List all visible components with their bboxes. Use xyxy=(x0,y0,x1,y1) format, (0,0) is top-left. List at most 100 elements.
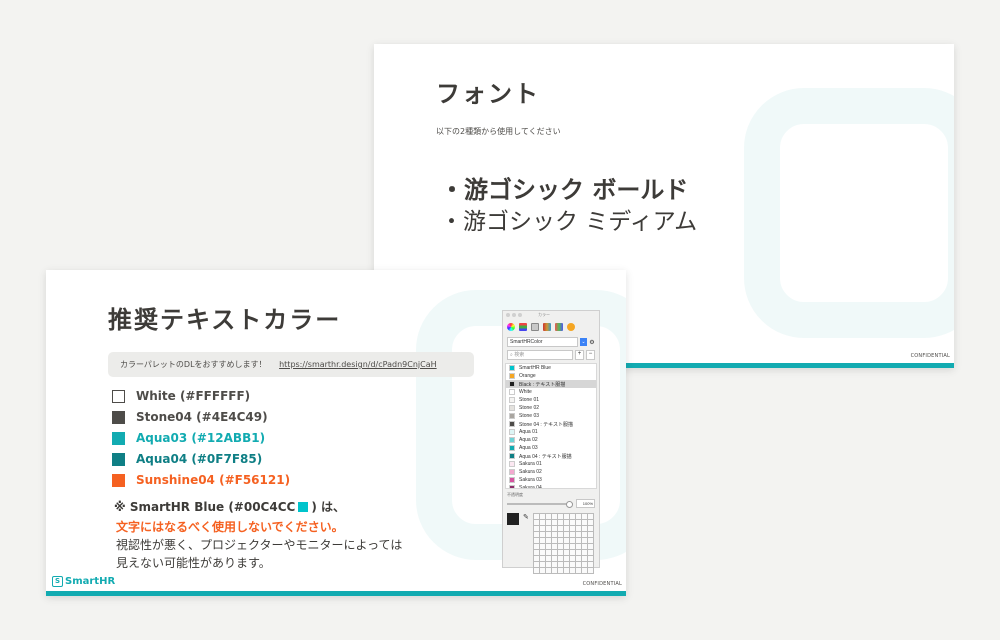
picker-item-swatch xyxy=(509,453,515,459)
image-palettes-icon[interactable] xyxy=(543,323,551,331)
font-option-medium: ・游ゴシック ミディアム xyxy=(440,209,698,235)
note-prefix: ※ SmartHR Blue (#00C4CC xyxy=(114,499,296,514)
picker-list-item[interactable]: Stone 01 xyxy=(506,396,596,404)
palette-select[interactable]: SmartHRColor xyxy=(507,337,578,347)
picker-item-swatch xyxy=(509,445,515,451)
confidential-label: CONFIDENTIAL xyxy=(910,353,950,359)
picker-item-swatch xyxy=(509,365,515,371)
picker-item-swatch xyxy=(509,477,515,483)
picker-item-swatch xyxy=(509,389,515,395)
opacity-row: 100% xyxy=(503,498,599,509)
swatch-grid xyxy=(533,513,594,574)
picker-list-item[interactable]: Aqua 01 xyxy=(506,428,596,436)
opacity-slider-knob[interactable] xyxy=(566,500,573,508)
picker-list-item[interactable]: SmartHR Blue xyxy=(506,364,596,372)
picker-item-label: White xyxy=(519,389,532,395)
confidential-label: CONFIDENTIAL xyxy=(582,581,622,587)
crayons-icon[interactable] xyxy=(555,323,563,331)
picker-item-swatch xyxy=(509,429,515,435)
note-suffix: ) は、 xyxy=(311,500,346,514)
note-warning: 文字にはなるべく使用しないでください。 xyxy=(116,520,344,534)
color-sliders-icon[interactable] xyxy=(519,323,527,331)
smarthr-blue-note: ※ SmartHR Blue (#00C4CC ) は、 xyxy=(114,498,345,515)
color-list-view: SmartHR Blue Orange Black : テキスト服描 White Sto… xyxy=(505,363,597,489)
picker-list-item[interactable]: Stone 03 xyxy=(506,412,596,420)
swatch-cell[interactable] xyxy=(588,568,594,574)
window-close-button[interactable] xyxy=(506,313,510,317)
smarthr-logo-text: SmartHR xyxy=(65,576,116,587)
color-picker-panel: カラー SmartHRColor ⌄ ⚙ ⌕ 検索 + − SmartHR Bl… xyxy=(502,310,600,574)
chevron-down-icon[interactable]: ⌄ xyxy=(580,338,587,346)
opacity-slider[interactable] xyxy=(507,500,573,508)
color-wheel-icon[interactable] xyxy=(507,323,515,331)
font-slide-title: フォント xyxy=(436,80,540,108)
picker-item-label: Aqua 02 xyxy=(519,437,538,443)
current-color-well[interactable] xyxy=(507,513,519,525)
text-color-slide-title: 推奨テキストカラー xyxy=(108,306,342,334)
picker-title: カラー xyxy=(538,312,550,317)
picker-list-item[interactable]: Sakura 02 xyxy=(506,468,596,476)
add-color-button[interactable]: + xyxy=(575,350,584,360)
color-label: Sunshine04 (#F56121) xyxy=(136,473,291,487)
remove-color-button[interactable]: − xyxy=(586,350,595,360)
picker-item-label: Aqua 04 : テキスト服描 xyxy=(519,453,572,460)
picker-item-swatch xyxy=(509,381,515,387)
picker-item-label: Aqua 03 xyxy=(519,445,538,451)
search-placeholder: 検索 xyxy=(514,352,525,358)
search-row: ⌕ 検索 + − xyxy=(503,349,599,361)
color-row: Sunshine04 (#F56121) xyxy=(112,472,290,488)
color-label: White (#FFFFFF) xyxy=(136,389,251,403)
color-row: White (#FFFFFF) xyxy=(112,388,250,404)
picker-item-swatch xyxy=(509,437,515,443)
palette-select-row: SmartHRColor ⌄ ⚙ xyxy=(503,335,599,349)
picker-item-label: Black : テキスト服描 xyxy=(519,381,566,388)
picker-item-label: Aqua 01 xyxy=(519,429,538,435)
smarthr-blue-swatch xyxy=(298,501,309,512)
smarthr-logo: S SmartHR xyxy=(52,576,115,587)
color-swatch xyxy=(112,431,125,445)
note-line-3: 視認性が悪く、プロジェクターやモニターによっては xyxy=(116,538,403,552)
pencils-icon[interactable] xyxy=(567,323,575,331)
picker-list-item[interactable]: Sakura 03 xyxy=(506,476,596,484)
picker-list-item[interactable]: Sakura 01 xyxy=(506,460,596,468)
color-swatch xyxy=(112,473,125,487)
picker-item-label: Orange xyxy=(519,373,536,379)
picker-list-item[interactable]: Stone 02 xyxy=(506,404,596,412)
eyedropper-icon[interactable]: ✎ xyxy=(523,513,529,574)
color-row: Stone04 (#4E4C49) xyxy=(112,409,268,425)
color-palettes-icon[interactable] xyxy=(531,323,539,331)
color-row: Aqua04 (#0F7F85) xyxy=(112,451,262,467)
picker-item-label: Sakura 01 xyxy=(519,461,542,467)
picker-list-item[interactable]: Orange xyxy=(506,372,596,380)
palette-download-link[interactable]: https://smarthr.design/d/cPadn9CnjCaH xyxy=(279,360,437,369)
picker-list-item[interactable]: Stone 04 : テキスト服描 xyxy=(506,420,596,428)
window-zoom-button[interactable] xyxy=(518,313,522,317)
picker-item-swatch xyxy=(509,373,515,379)
gear-icon[interactable]: ⚙ xyxy=(589,339,595,346)
font-slide-subtitle: 以下の2種類から使用してください xyxy=(436,127,561,136)
color-swatch xyxy=(112,452,125,466)
picker-list-item[interactable]: Aqua 04 : テキスト服描 xyxy=(506,452,596,460)
picker-titlebar: カラー xyxy=(503,311,599,319)
opacity-label: 不透明度 xyxy=(507,492,523,497)
picker-item-swatch xyxy=(509,413,515,419)
picker-item-swatch xyxy=(509,421,515,427)
smarthr-logo-icon: S xyxy=(52,576,63,587)
window-minimize-button[interactable] xyxy=(512,313,516,317)
palette-callout: カラーパレットのDLをおすすめします！ https://smarthr.desi… xyxy=(108,352,474,377)
color-label: Aqua04 (#0F7F85) xyxy=(136,452,263,466)
picker-list-item[interactable]: Aqua 03 xyxy=(506,444,596,452)
opacity-value[interactable]: 100% xyxy=(576,499,595,508)
text-color-slide: 推奨テキストカラー カラーパレットのDLをおすすめします！ https://sm… xyxy=(46,270,626,596)
picker-item-label: Sakura 03 xyxy=(519,477,542,483)
watermark-logo xyxy=(744,88,954,338)
picker-list-item[interactable]: Aqua 02 xyxy=(506,436,596,444)
footer-bar xyxy=(46,591,626,596)
search-input[interactable]: ⌕ 検索 xyxy=(507,350,573,360)
picker-list-item[interactable]: Black : テキスト服描 xyxy=(506,380,596,388)
picker-item-label: Stone 04 : テキスト服描 xyxy=(519,421,574,428)
callout-text: カラーパレットのDLをおすすめします！ xyxy=(120,360,267,369)
picker-list-item[interactable]: White xyxy=(506,388,596,396)
color-swatch xyxy=(112,410,125,424)
font-option-bold: ・游ゴシック ボールド xyxy=(440,176,689,204)
